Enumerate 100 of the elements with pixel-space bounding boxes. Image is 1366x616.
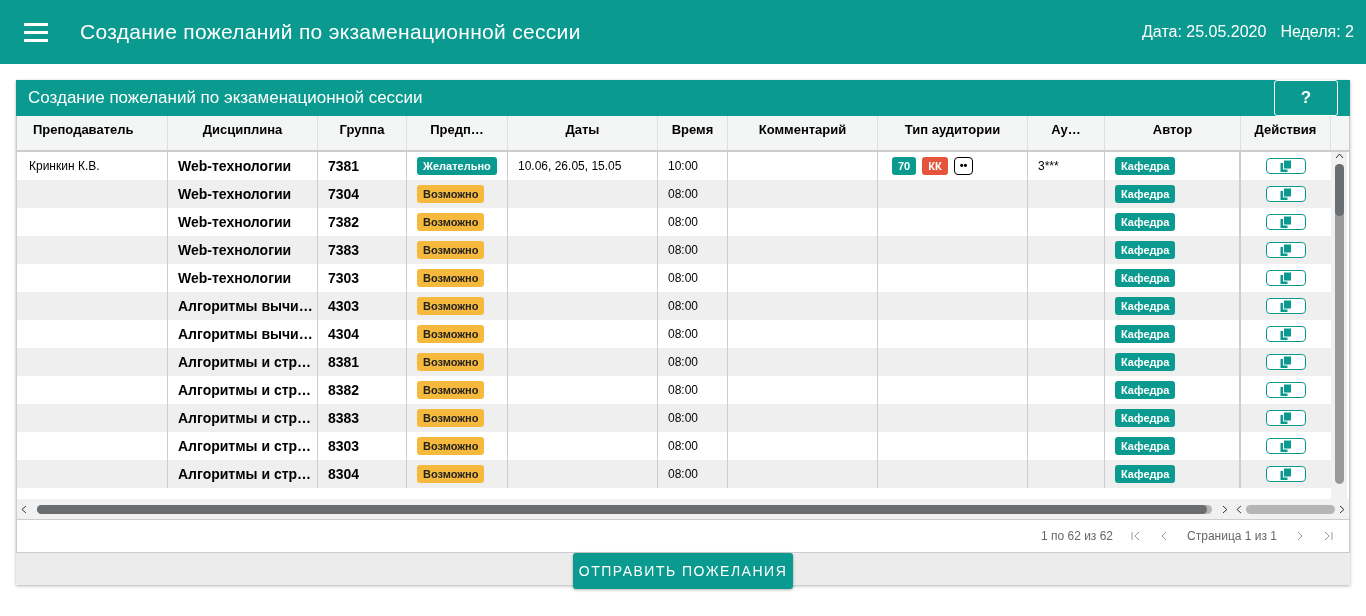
copy-icon [1280,384,1292,396]
copy-button[interactable] [1266,438,1306,454]
time-cell: 08:00 [668,467,699,481]
author-badge: Кафедра [1115,437,1176,455]
group-cell: 4303 [328,298,360,314]
group-cell: 7382 [328,214,360,230]
author-badge: Кафедра [1115,297,1176,315]
time-cell: 08:00 [668,411,699,425]
author-badge: Кафедра [1115,409,1176,427]
room-type-tag: КК [922,157,948,175]
table-row[interactable]: Web-технологии 7304 Возможно 08:00 Кафедра [17,180,1331,208]
scrollbar-track[interactable] [1334,164,1344,484]
priority-badge: Возможно [417,325,485,343]
time-cell: 08:00 [668,383,699,397]
priority-badge: Возможно [417,185,485,203]
menu-icon[interactable] [24,22,48,42]
table-row[interactable]: Алгоритмы и стр… 8304 Возможно 08:00 Кафедра [17,460,1331,488]
table-row[interactable]: Алгоритмы и стр… 8383 Возможно 08:00 Кафедра [17,404,1331,432]
record-range: 1 по 62 из 62 [1040,529,1114,543]
table-row[interactable]: Алгоритмы вычи… 4303 Возможно 08:00 Кафедра [17,292,1331,320]
priority-badge: Возможно [417,437,485,455]
author-badge: Кафедра [1115,353,1176,371]
copy-button[interactable] [1266,298,1306,314]
priority-badge: Возможно [417,213,485,231]
time-cell: 08:00 [668,243,699,257]
column-header[interactable]: Комментарий [728,116,878,150]
next-page-icon[interactable] [1295,531,1305,541]
copy-button[interactable] [1266,382,1306,398]
copy-button[interactable] [1266,354,1306,370]
author-badge: Кафедра [1115,381,1176,399]
group-cell: 7381 [328,158,360,174]
group-cell: 7303 [328,270,360,286]
discipline-cell: Web-технологии [178,242,292,258]
column-header[interactable]: Предп… [407,116,508,150]
group-cell: 8304 [328,466,360,482]
copy-icon [1280,412,1292,424]
table-row[interactable]: Web-технологии 7383 Возможно 08:00 Кафедра [17,236,1331,264]
priority-badge: Возможно [417,409,485,427]
priority-badge: Желательно [417,157,497,175]
vertical-scrollbar[interactable] [1331,152,1347,499]
scrollbar-track[interactable] [1246,504,1336,514]
discipline-cell: Web-технологии [178,186,292,202]
priority-badge: Возможно [417,269,485,287]
column-header[interactable]: Ау… [1028,116,1105,150]
last-page-icon[interactable] [1323,531,1333,541]
author-badge: Кафедра [1115,269,1176,287]
time-cell: 08:00 [668,271,699,285]
first-page-icon[interactable] [1131,531,1142,541]
column-header[interactable]: Дисциплина [168,116,318,150]
group-cell: 8383 [328,410,360,426]
group-cell: 4304 [328,326,360,342]
column-header[interactable]: Действия [1241,116,1331,150]
time-cell: 08:00 [668,299,699,313]
dates-cell: 10.06, 26.05, 15.05 [518,159,622,173]
copy-icon [1280,216,1292,228]
copy-button[interactable] [1266,158,1306,174]
copy-button[interactable] [1266,466,1306,482]
column-header[interactable]: Автор [1105,116,1241,150]
column-header[interactable]: Тип аудитории [878,116,1028,150]
table-row[interactable]: Алгоритмы и стр… 8381 Возможно 08:00 Кафедра [17,348,1331,376]
author-badge: Кафедра [1115,157,1176,175]
column-header[interactable]: Даты [508,116,658,150]
copy-button[interactable] [1266,242,1306,258]
discipline-cell: Алгоритмы и стр… [178,382,312,398]
column-header[interactable]: Группа [318,116,407,150]
priority-badge: Возможно [417,241,485,259]
discipline-cell: Алгоритмы и стр… [178,438,312,454]
time-cell: 08:00 [668,439,699,453]
group-cell: 8382 [328,382,360,398]
group-cell: 8381 [328,354,360,370]
copy-button[interactable] [1266,214,1306,230]
discipline-cell: Алгоритмы и стр… [178,466,312,482]
copy-button[interactable] [1266,326,1306,342]
app-title: Создание пожеланий по экзаменационной сессии [80,20,582,44]
time-cell: 08:00 [668,187,699,201]
priority-badge: Возможно [417,381,485,399]
copy-button[interactable] [1266,270,1306,286]
copy-icon [1280,272,1292,284]
copy-button[interactable] [1266,410,1306,426]
panel-title: Создание пожеланий по экзаменационной сессии [28,88,424,108]
copy-icon [1280,300,1292,312]
author-badge: Кафедра [1115,241,1176,259]
discipline-cell: Алгоритмы вычи… [178,326,313,342]
week-label: Неделя: 2 [1280,23,1354,41]
time-cell: 08:00 [668,355,699,369]
discipline-cell: Алгоритмы и стр… [178,410,312,426]
copy-button[interactable] [1266,186,1306,202]
author-badge: Кафедра [1115,213,1176,231]
discipline-cell: Web-технологии [178,270,292,286]
column-header[interactable]: Время [658,116,728,150]
room-type-tag: 70 [892,157,917,175]
column-header[interactable]: Преподаватель [17,116,168,150]
copy-icon [1280,188,1292,200]
scrollbar-thumb[interactable] [1334,164,1344,216]
teacher-cell: Кринкин К.В. [29,159,100,173]
priority-badge: Возможно [417,353,485,371]
author-badge: Кафедра [1115,465,1176,483]
group-cell: 7304 [328,186,360,202]
room-type-tag: •• [953,157,974,175]
copy-icon [1280,356,1292,368]
